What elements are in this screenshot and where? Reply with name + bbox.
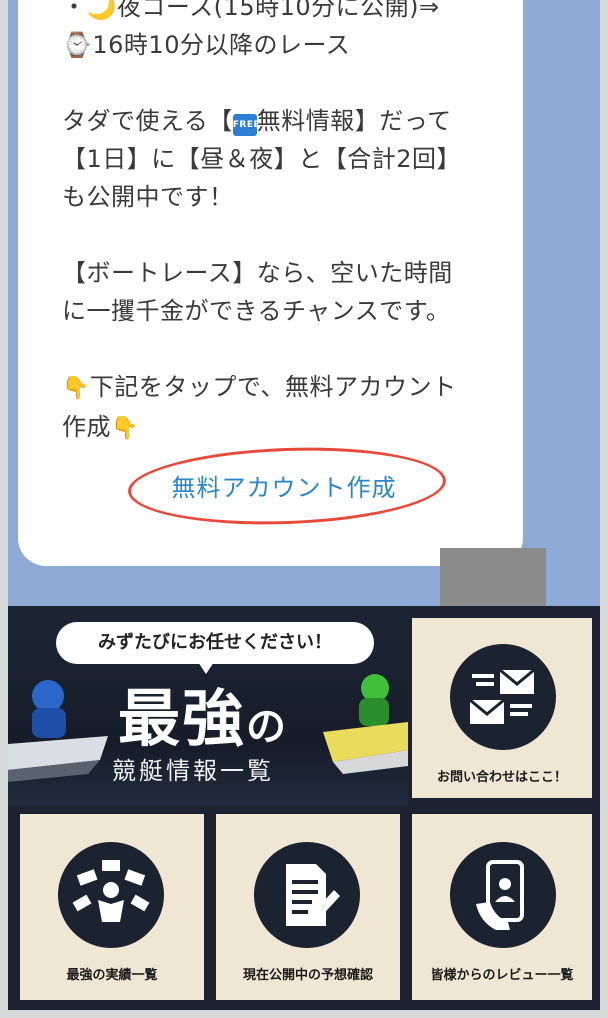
document-pen-icon — [254, 842, 360, 948]
banner-pill: みずたびにお任せください！ — [56, 622, 374, 664]
contact-tile[interactable]: お問い合わせはここ！ — [412, 618, 592, 798]
message-text: ・🌙夜コース(15時10分に公開)⇒ ⌚16時10分以降のレース タダで使える【… — [62, 0, 502, 448]
message-line: ⌚16時10分以降のレース — [62, 31, 351, 59]
free-badge-icon: FREE — [232, 114, 260, 136]
banner-subtitle: 競艇情報一覧 — [112, 757, 274, 785]
point-down-icon: 👇 — [62, 376, 90, 401]
message-line: ・🌙夜コース(15時10分に公開)⇒ — [62, 0, 440, 21]
contact-label: お問い合わせはここ！ — [436, 770, 567, 785]
reviews-label: 皆様からのレビュー一覧 — [430, 968, 574, 983]
banner-title: 最強の — [118, 682, 289, 755]
phone-person-icon — [450, 842, 556, 948]
redaction-block — [440, 548, 546, 606]
message-line: に一攫千金ができるチャンスです。 — [62, 297, 451, 325]
create-account-link[interactable]: 無料アカウント作成 — [128, 468, 440, 503]
chat-screen: ・🌙夜コース(15時10分に公開)⇒ ⌚16時10分以降のレース タダで使える【… — [8, 0, 600, 1010]
predictions-label: 現在公開中の予想確認 — [242, 968, 373, 983]
money-person-icon — [58, 842, 164, 948]
mail-icon — [450, 644, 556, 750]
message-bubble: ・🌙夜コース(15時10分に公開)⇒ ⌚16時10分以降のレース タダで使える【… — [18, 0, 523, 566]
boat-racer-icon — [8, 680, 108, 782]
point-down-icon: 👇 — [111, 416, 139, 441]
message-line: 👇下記をタップで、無料アカウント — [62, 368, 502, 408]
rich-menu: みずたびにお任せください！ 最強の 競艇情報一覧 お問い合わせはここ！ 最強の実… — [8, 606, 600, 1010]
create-account-link-wrap: 無料アカウント作成 — [126, 442, 448, 530]
predictions-tile[interactable]: 現在公開中の予想確認 — [216, 814, 400, 1000]
message-line: 作成👇 — [62, 408, 502, 448]
results-tile[interactable]: 最強の実績一覧 — [20, 814, 204, 1000]
boat-racer-icon — [323, 674, 408, 774]
message-line: 【ボートレース】なら、空いた時間 — [62, 259, 453, 287]
banner-strongest-info[interactable]: みずたびにお任せください！ 最強の 競艇情報一覧 — [8, 606, 408, 806]
reviews-tile[interactable]: 皆様からのレビュー一覧 — [412, 814, 592, 1000]
results-label: 最強の実績一覧 — [66, 968, 158, 983]
message-line: も公開中です！ — [62, 183, 234, 211]
message-line: 【1日】に【昼＆夜】と【合計2回】 — [62, 145, 462, 173]
message-line: タダで使える【FREE無料情報】だって — [62, 107, 452, 136]
